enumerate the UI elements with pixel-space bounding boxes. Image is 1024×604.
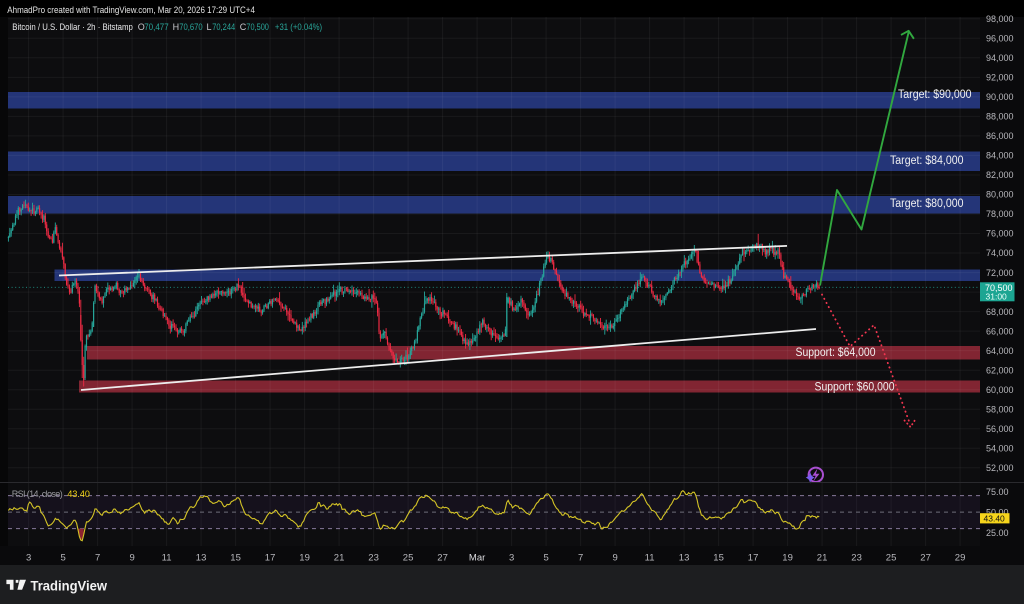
svg-text:62,000: 62,000 — [986, 365, 1014, 375]
svg-text:5: 5 — [543, 553, 548, 564]
svg-text:56,000: 56,000 — [986, 424, 1014, 434]
svg-text:9: 9 — [612, 553, 617, 564]
svg-text:54,000: 54,000 — [986, 443, 1014, 453]
svg-text:RSI (14, close): RSI (14, close) — [12, 489, 63, 499]
svg-text:74,000: 74,000 — [986, 248, 1014, 258]
svg-text:75.00: 75.00 — [986, 487, 1009, 497]
svg-text:72,000: 72,000 — [986, 268, 1014, 278]
svg-text:25.00: 25.00 — [986, 528, 1009, 538]
svg-text:43.40: 43.40 — [67, 489, 90, 499]
svg-text:21: 21 — [334, 553, 345, 564]
svg-text:25: 25 — [403, 553, 414, 564]
svg-text:88,000: 88,000 — [986, 112, 1014, 122]
svg-text:Bitcoin / U.S. Dollar · 2h · B: Bitcoin / U.S. Dollar · 2h · Bitstamp — [12, 22, 133, 32]
svg-text:52,000: 52,000 — [986, 463, 1014, 473]
svg-text:92,000: 92,000 — [986, 73, 1014, 83]
svg-text:60,000: 60,000 — [986, 385, 1014, 395]
svg-text:23: 23 — [851, 553, 862, 564]
svg-text:17: 17 — [265, 553, 276, 564]
svg-text:3: 3 — [26, 553, 31, 564]
svg-text:13: 13 — [679, 553, 690, 564]
svg-text:Mar: Mar — [469, 553, 485, 564]
svg-text:84,000: 84,000 — [986, 151, 1014, 161]
svg-text:94,000: 94,000 — [986, 53, 1014, 63]
svg-text:11: 11 — [645, 553, 655, 564]
svg-text:25: 25 — [886, 553, 897, 564]
svg-text:78,000: 78,000 — [986, 209, 1014, 219]
svg-text:5: 5 — [60, 553, 65, 564]
svg-text:76,000: 76,000 — [986, 229, 1014, 239]
svg-text:21: 21 — [817, 553, 828, 564]
svg-text:TradingView: TradingView — [31, 579, 108, 594]
svg-text:Support: $64,000: Support: $64,000 — [796, 347, 876, 359]
svg-text:82,000: 82,000 — [986, 170, 1014, 180]
svg-text:19: 19 — [782, 553, 793, 564]
svg-text:23: 23 — [368, 553, 379, 564]
svg-text:70,670: 70,670 — [179, 22, 203, 32]
svg-text:90,000: 90,000 — [986, 92, 1014, 102]
svg-text:9: 9 — [129, 553, 134, 564]
svg-text:13: 13 — [196, 553, 207, 564]
svg-text:3: 3 — [509, 553, 514, 564]
svg-text:70,477: 70,477 — [144, 22, 169, 32]
svg-text:98,000: 98,000 — [986, 14, 1014, 24]
svg-text:70,244: 70,244 — [212, 22, 235, 32]
svg-text:31:00: 31:00 — [986, 292, 1008, 302]
svg-text:Target: $90,000: Target: $90,000 — [898, 89, 972, 101]
svg-text:Target: $80,000: Target: $80,000 — [890, 198, 964, 210]
svg-text:H: H — [173, 22, 180, 32]
svg-text:19: 19 — [299, 553, 310, 564]
svg-text:66,000: 66,000 — [986, 326, 1014, 336]
svg-text:70,500: 70,500 — [246, 22, 269, 32]
svg-text:29: 29 — [955, 553, 966, 564]
svg-text:17: 17 — [748, 553, 759, 564]
svg-text:68,000: 68,000 — [986, 307, 1014, 317]
svg-text:15: 15 — [230, 553, 241, 564]
svg-text:86,000: 86,000 — [986, 131, 1014, 141]
svg-text:96,000: 96,000 — [986, 34, 1014, 44]
svg-text:AhmadPro created with TradingV: AhmadPro created with TradingView.com, M… — [7, 5, 255, 15]
svg-text:27: 27 — [920, 553, 931, 564]
svg-text:43.40: 43.40 — [984, 513, 1006, 523]
svg-text:27: 27 — [437, 553, 448, 564]
svg-text:7: 7 — [578, 553, 583, 564]
svg-text:7: 7 — [95, 553, 100, 564]
svg-text:15: 15 — [713, 553, 724, 564]
svg-text:L: L — [207, 22, 212, 32]
svg-text:11: 11 — [162, 553, 172, 564]
svg-text:80,000: 80,000 — [986, 190, 1014, 200]
svg-text:+31 (+0.04%): +31 (+0.04%) — [275, 22, 322, 32]
svg-text:Support: $60,000: Support: $60,000 — [815, 382, 895, 394]
svg-text:Target: $84,000: Target: $84,000 — [890, 155, 964, 167]
svg-text:64,000: 64,000 — [986, 346, 1014, 356]
svg-text:58,000: 58,000 — [986, 404, 1014, 414]
